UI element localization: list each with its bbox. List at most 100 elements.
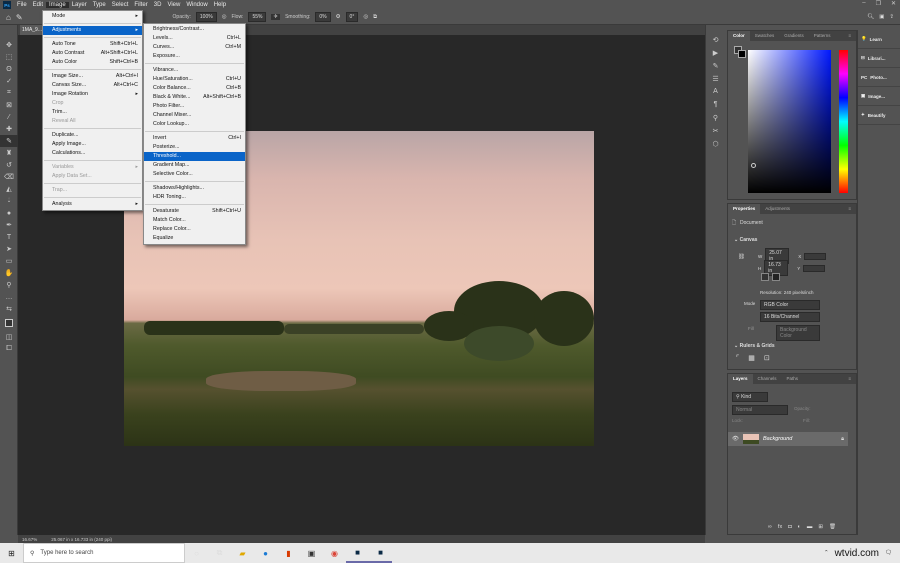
menu-item-apply-image[interactable]: Apply Image... <box>43 140 142 149</box>
airbrush-icon[interactable]: ✈ <box>271 14 281 20</box>
menu-item-gradient-map[interactable]: Gradient Map... <box>144 161 245 170</box>
menu-3d[interactable]: 3D <box>151 2 165 8</box>
crop-tool-icon[interactable]: ⌗ <box>0 87 18 99</box>
menu-file[interactable]: File <box>14 2 30 8</box>
link-dimensions-icon[interactable]: ⛓ <box>738 254 745 260</box>
menu-item-adjustments[interactable]: Adjustments <box>43 26 142 35</box>
tab-color[interactable]: Color <box>728 31 750 41</box>
3d-icon[interactable]: ⬡ <box>706 137 725 150</box>
brush-settings-icon[interactable]: ☰ <box>706 72 725 85</box>
menu-item-crop[interactable]: Crop <box>43 99 142 108</box>
blend-mode-select[interactable]: Normal <box>732 405 788 415</box>
x-field[interactable] <box>804 252 827 260</box>
marquee-tool-icon[interactable]: ⬚ <box>0 51 18 63</box>
type-tool-icon[interactable]: T <box>0 231 18 243</box>
hue-slider[interactable] <box>839 50 848 193</box>
screen-mode-icon[interactable]: ⧠ <box>0 343 18 355</box>
tab-layers[interactable]: Layers <box>728 374 753 384</box>
paragraph-icon[interactable]: ¶ <box>706 98 725 111</box>
healing-tool-icon[interactable]: ✚ <box>0 123 18 135</box>
menu-item-auto-color[interactable]: Auto Color Shift+Ctrl+B <box>43 58 142 67</box>
history-icon[interactable]: ⟲ <box>706 33 725 46</box>
bit-depth-select[interactable]: 16 Bits/Channel <box>760 312 820 322</box>
tab-adjustments[interactable]: Adjustments <box>760 204 795 214</box>
share-icon[interactable]: ⇪ <box>889 14 894 20</box>
layer-row-background[interactable]: 👁︎ Background 🔒︎ <box>728 432 848 446</box>
visibility-eye-icon[interactable]: 👁︎ <box>732 436 739 442</box>
lasso-tool-icon[interactable]: ʘ <box>0 63 18 75</box>
history-brush-tool-icon[interactable]: ↺ <box>0 159 18 171</box>
opacity-field[interactable]: 100% <box>195 12 217 22</box>
tray-chevron-icon[interactable]: ⌃ <box>824 550 829 556</box>
menu-item-canvas-size[interactable]: Canvas Size... Alt+Ctrl+C <box>43 81 142 90</box>
gear-icon[interactable]: ⚙ <box>336 14 341 20</box>
menu-item-channel-mixer[interactable]: Channel Mixer... <box>144 111 245 120</box>
tool-presets-icon[interactable]: ✂ <box>706 124 725 137</box>
tab-patterns[interactable]: Patterns <box>809 31 836 41</box>
menu-item-analysis[interactable]: Analysis <box>43 200 142 209</box>
panel-beautify[interactable]: ✦ Beautify <box>858 106 900 125</box>
taskbar-search[interactable]: ⚲ Type here to search <box>23 543 185 563</box>
home-icon[interactable]: ⌂ <box>6 13 11 22</box>
menu-edit[interactable]: Edit <box>30 2 46 8</box>
menu-item-hdr-toning[interactable]: HDR Toning... <box>144 193 245 202</box>
menu-item-image-rotation[interactable]: Image Rotation <box>43 90 142 99</box>
add-mask-icon[interactable]: ◘ <box>788 524 791 530</box>
angle-field[interactable]: 0° <box>345 12 359 22</box>
photoshop-taskbar-icon[interactable]: ■ <box>346 543 369 563</box>
guides-icon[interactable]: ⊡ <box>764 354 770 362</box>
link-layers-icon[interactable]: ∞ <box>768 524 772 530</box>
menu-item-equalize[interactable]: Equalize <box>144 234 245 243</box>
fx-icon[interactable]: fx <box>778 524 782 530</box>
panel-image[interactable]: ▣ Image... <box>858 87 900 106</box>
smoothing-field[interactable]: 0% <box>315 12 331 22</box>
panel-photo[interactable]: PC Photo... <box>858 68 900 87</box>
menu-item-exposure[interactable]: Exposure... <box>144 52 245 61</box>
menu-item-invert[interactable]: Invert Ctrl+I <box>144 134 245 143</box>
menu-item-vibrance[interactable]: Vibrance... <box>144 66 245 75</box>
menu-item-curves[interactable]: Curves... Ctrl+M <box>144 43 245 52</box>
background-swatch[interactable] <box>738 50 746 58</box>
color-swatches[interactable] <box>0 315 18 331</box>
y-field[interactable] <box>803 264 826 272</box>
move-tool-icon[interactable]: ✥ <box>0 39 18 51</box>
color-picker-cursor[interactable] <box>751 163 756 168</box>
zoom-tool-icon[interactable]: ⚲ <box>0 279 18 291</box>
new-group-icon[interactable]: ▬ <box>807 524 813 530</box>
menu-item-brightness-contrast[interactable]: Brightness/Contrast... <box>144 25 245 34</box>
terminal-icon[interactable]: ▣ <box>300 543 323 563</box>
zoom-level[interactable]: 16.67% <box>22 537 37 542</box>
rulers-icon[interactable]: ⌜ <box>736 354 739 362</box>
fill-select[interactable]: Background Color <box>776 325 820 341</box>
menu-item-trim[interactable]: Trim... <box>43 108 142 117</box>
menu-type[interactable]: Type <box>90 2 109 8</box>
rulers-grids-section[interactable]: ⌄ Rulers & Grids <box>734 343 775 349</box>
character-icon[interactable]: A <box>706 85 725 98</box>
brushes-icon[interactable]: ✎ <box>706 59 725 72</box>
rectangle-tool-icon[interactable]: ▭ <box>0 255 18 267</box>
eyedropper-tool-icon[interactable]: ⁄ <box>0 111 18 123</box>
tab-swatches[interactable]: Swatches <box>750 31 780 41</box>
windows-start-icon[interactable]: ⊞ <box>0 543 23 563</box>
grid-icon[interactable]: ▦ <box>748 354 755 362</box>
new-layer-icon[interactable]: ⊞ <box>818 524 823 530</box>
eraser-tool-icon[interactable]: ⌫ <box>0 171 18 183</box>
stamp-tool-icon[interactable]: ♜ <box>0 147 18 159</box>
menu-item-trap[interactable]: Trap... <box>43 186 142 195</box>
menu-item-auto-tone[interactable]: Auto Tone Shift+Ctrl+L <box>43 40 142 49</box>
menu-help[interactable]: Help <box>211 2 229 8</box>
flow-field[interactable]: 55% <box>248 12 267 22</box>
menu-filter[interactable]: Filter <box>131 2 150 8</box>
color-picker-field[interactable] <box>748 50 831 193</box>
menu-item-posterize[interactable]: Posterize... <box>144 143 245 152</box>
brush-tool-icon[interactable]: ✎ <box>16 13 23 22</box>
close-button[interactable]: ✕ <box>891 0 896 7</box>
cortana-icon[interactable]: ○ <box>185 543 208 563</box>
menu-item-selective-color[interactable]: Selective Color... <box>144 170 245 179</box>
workspace-icon[interactable]: ▣ <box>879 14 884 20</box>
delete-layer-icon[interactable]: 🗑︎ <box>829 524 836 530</box>
panel-menu-icon[interactable]: ≡ <box>843 374 856 384</box>
path-select-tool-icon[interactable]: ➤ <box>0 243 18 255</box>
menu-item-replace-color[interactable]: Replace Color... <box>144 225 245 234</box>
lightroom-taskbar-icon[interactable]: ■ <box>369 543 392 563</box>
